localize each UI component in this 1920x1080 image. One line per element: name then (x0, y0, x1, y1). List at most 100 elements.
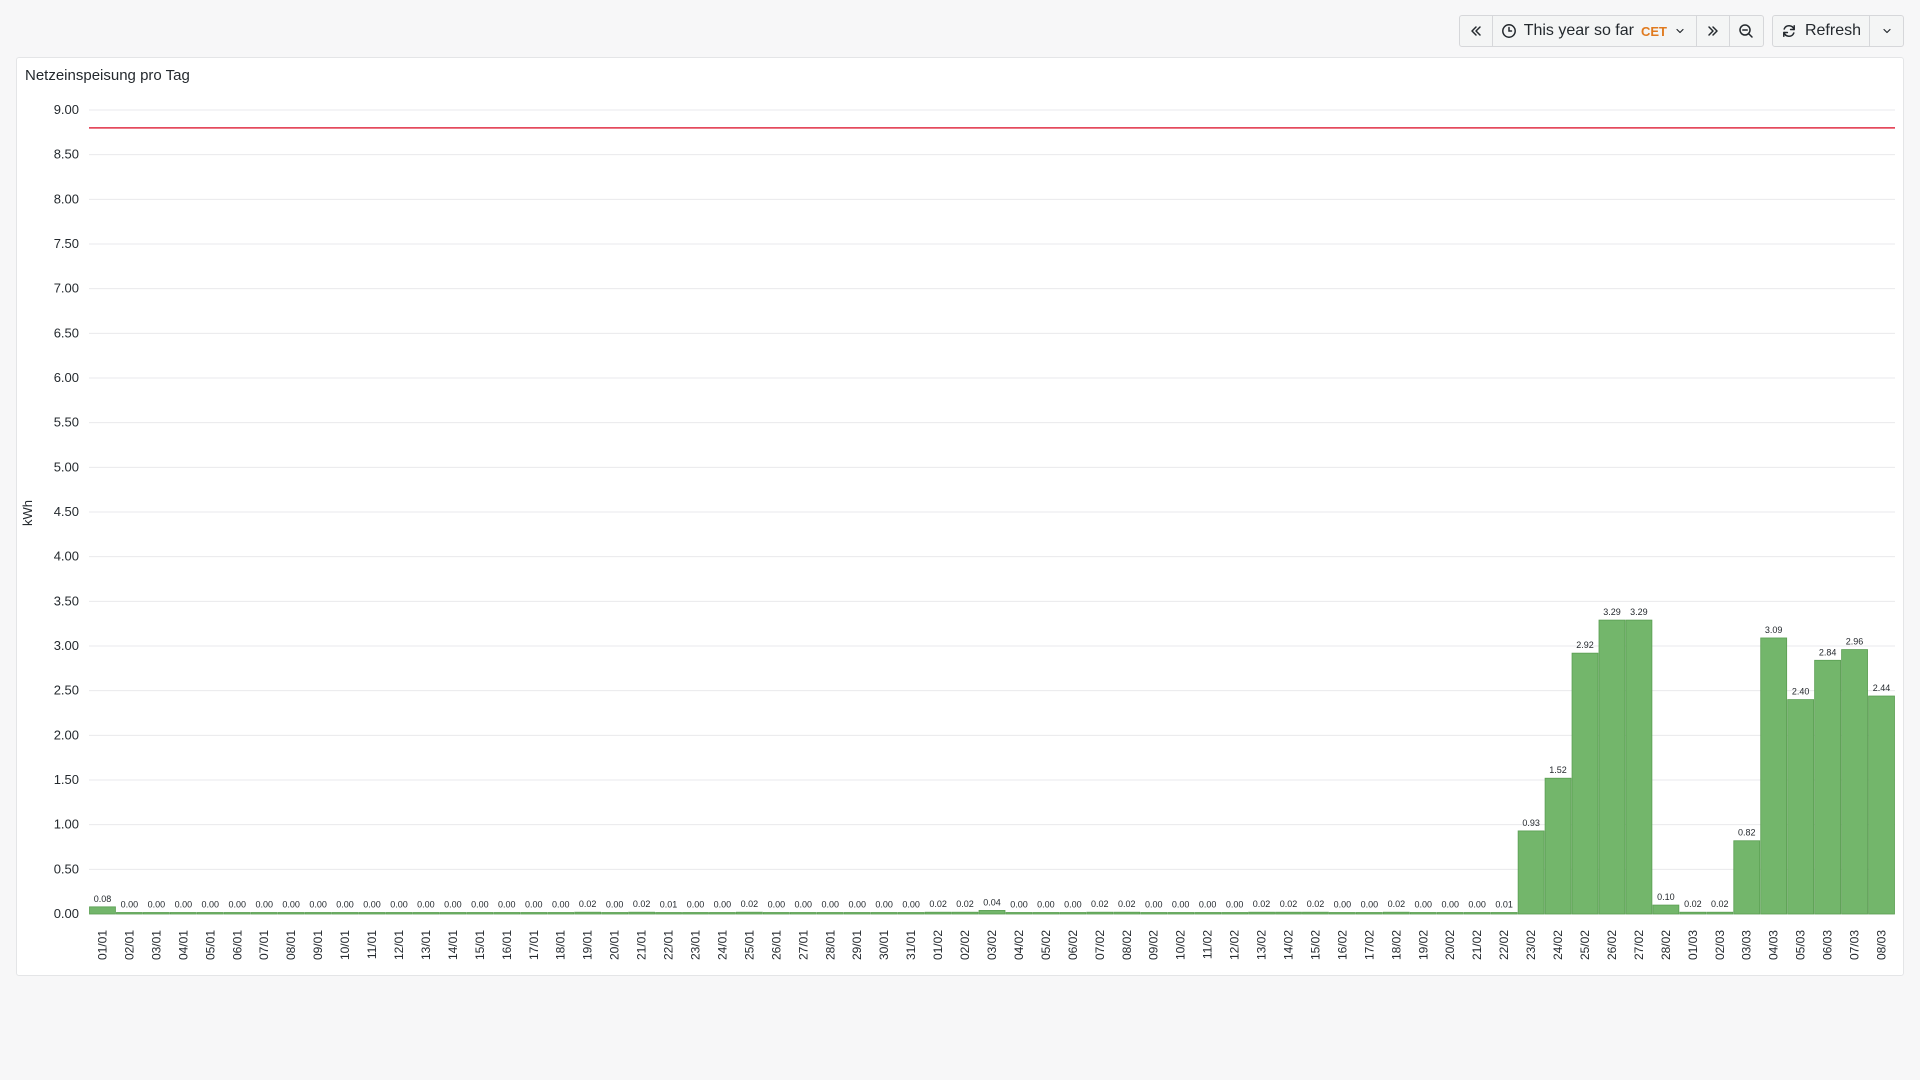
x-tick-label: 01/01 (95, 930, 109, 960)
bar (655, 912, 682, 915)
bar (1841, 649, 1868, 915)
bar-value-label: 0.00 (1226, 900, 1244, 910)
bar (736, 911, 763, 915)
bar-value-label: 0.00 (498, 900, 516, 910)
x-tick-label: 14/02 (1282, 930, 1296, 960)
x-tick-label: 06/01 (230, 930, 244, 960)
x-tick-label: 19/02 (1416, 930, 1430, 960)
y-tick-label: 6.50 (54, 325, 79, 340)
y-tick-label: 8.50 (54, 147, 79, 162)
bar-value-label: 0.00 (848, 900, 866, 910)
x-tick-label: 21/02 (1470, 930, 1484, 960)
bar (1625, 619, 1653, 915)
shift-time-forward-button[interactable] (1697, 16, 1730, 46)
x-tick-label: 17/01 (527, 930, 541, 960)
bar (1005, 912, 1033, 915)
bar-value-label: 0.00 (121, 900, 139, 910)
chevrons-left-icon (1470, 26, 1481, 36)
x-tick-label: 07/03 (1848, 930, 1862, 960)
x-tick-label: 16/02 (1335, 930, 1349, 960)
bar-value-label: 0.02 (1118, 899, 1136, 909)
bar-value-label: 0.10 (1657, 892, 1675, 902)
x-tick-label: 15/01 (473, 930, 487, 960)
bar-value-label: 0.02 (633, 899, 651, 909)
y-tick-label: 2.50 (54, 683, 79, 698)
x-tick-label: 13/02 (1255, 930, 1269, 960)
bar-value-label: 0.00 (1468, 900, 1486, 910)
x-tick-label: 14/01 (446, 930, 460, 960)
bar (116, 912, 143, 915)
x-tick-label: 05/01 (203, 930, 217, 960)
bar-value-label: 0.02 (929, 899, 947, 909)
refresh-controls: Refresh (1771, 15, 1904, 47)
bar (870, 912, 898, 915)
bar-value-label: 0.00 (552, 900, 570, 910)
bar-chart: 0.00 0.50 1.00 1.50 2.00 2.50 3.00 3.50 4.00 4.50… (20, 102, 1895, 960)
bar (1221, 912, 1248, 915)
bar-value-label: 0.04 (983, 897, 1001, 907)
bar (1436, 912, 1464, 915)
zoom-out-button[interactable] (1730, 16, 1763, 46)
chevron-down-icon (1882, 28, 1891, 34)
bar-value-label: 0.02 (1253, 899, 1271, 909)
bar (1382, 911, 1410, 915)
x-tick-label: 03/03 (1740, 930, 1754, 960)
bar-value-label: 0.00 (795, 900, 813, 910)
bar-value-label: 1.52 (1549, 765, 1567, 775)
bar (1787, 699, 1815, 915)
y-tick-label: 3.00 (54, 638, 79, 653)
bar (897, 912, 925, 915)
bar-value-label: 0.00 (1064, 900, 1082, 910)
bar-value-label: 0.00 (714, 900, 732, 910)
shift-time-back-button[interactable] (1460, 16, 1493, 46)
bar (520, 912, 548, 915)
x-tick-label: 13/01 (419, 930, 433, 960)
bar-value-label: 0.00 (1145, 900, 1163, 910)
x-tick-label: 08/02 (1120, 930, 1134, 960)
bar (143, 912, 170, 915)
x-tick-label: 07/01 (257, 930, 271, 960)
x-tick-label: 04/01 (176, 930, 190, 960)
bar-value-label: 3.09 (1765, 625, 1783, 635)
bar (843, 912, 871, 915)
bar-value-label: 0.00 (255, 900, 273, 910)
bar-value-label: 0.00 (1334, 900, 1352, 910)
bar (196, 912, 224, 915)
x-tick-label: 18/01 (554, 930, 568, 960)
x-tick-label: 01/02 (931, 930, 945, 960)
refresh-icon (1783, 25, 1795, 37)
x-tick-label: 02/03 (1713, 930, 1727, 960)
bar (1760, 637, 1788, 915)
x-tick-label: 24/02 (1551, 930, 1565, 960)
time-picker-button[interactable]: This year so far CET (1493, 16, 1697, 46)
bar (1032, 912, 1060, 915)
refresh-label: Refresh (1804, 22, 1861, 39)
bar-value-label: 0.00 (417, 900, 435, 910)
x-tick-label: 12/01 (392, 930, 406, 960)
time-range-controls: This year so far CET (1458, 15, 1764, 47)
bar (331, 912, 359, 915)
bar-value-label: 0.00 (606, 900, 624, 910)
x-tick-label: 25/02 (1578, 930, 1592, 960)
bar-value-label: 0.00 (148, 900, 166, 910)
bar (1571, 652, 1599, 915)
bar (1544, 777, 1572, 915)
y-tick-label: 7.00 (54, 281, 79, 296)
x-tick-label: 12/02 (1228, 930, 1242, 960)
bar-value-label: 0.00 (202, 900, 220, 910)
refresh-interval-dropdown[interactable] (1870, 16, 1903, 46)
bar (1194, 912, 1222, 915)
bar (1517, 830, 1545, 915)
x-tick-label: 16/01 (500, 930, 514, 960)
x-tick-label: 02/02 (958, 930, 972, 960)
bar-value-label: 0.00 (1415, 900, 1433, 910)
bar (89, 906, 116, 915)
refresh-button[interactable]: Refresh (1773, 16, 1870, 46)
bar (1733, 840, 1761, 915)
x-tick-label: 03/01 (149, 930, 163, 960)
bar-value-label: 0.02 (956, 899, 974, 909)
bar (601, 912, 629, 915)
bar (1490, 912, 1518, 915)
bar-value-label: 0.00 (282, 900, 300, 910)
y-tick-label: 1.00 (54, 817, 79, 832)
